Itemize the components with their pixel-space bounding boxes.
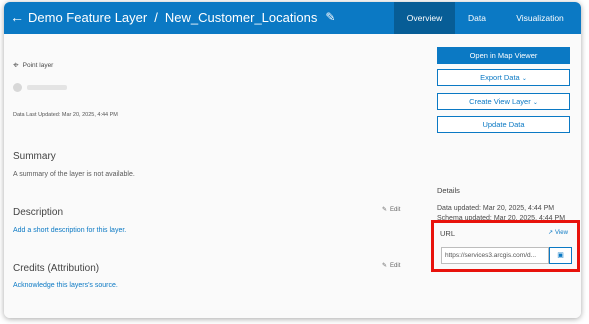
tab-data[interactable]: Data: [455, 2, 499, 34]
create-view-layer-label: Create View Layer: [469, 97, 531, 106]
external-link-icon: ↗: [548, 230, 554, 236]
summary-heading: Summary: [13, 151, 56, 162]
overview-content: ⌖ Point layer Data Last Updated: Mar 20,…: [4, 34, 581, 318]
open-in-map-viewer-button[interactable]: Open in Map Viewer: [437, 47, 570, 64]
details-heading: Details: [437, 186, 460, 195]
export-data-button[interactable]: Export Data ⌄: [437, 69, 570, 86]
credits-edit-button[interactable]: ✎ Edit: [382, 262, 401, 270]
url-field[interactable]: https://services3.arcgis.com/d...: [441, 247, 549, 264]
export-data-label: Export Data: [480, 73, 520, 82]
back-link[interactable]: Demo Feature Layer: [28, 10, 147, 25]
create-view-layer-button[interactable]: Create View Layer ⌄: [437, 93, 570, 110]
chevron-down-icon: ⌄: [532, 100, 538, 106]
owner-name-redacted: [27, 85, 67, 90]
copy-icon: ▣: [557, 252, 564, 259]
update-data-button[interactable]: Update Data: [437, 116, 570, 133]
credits-edit-label: Edit: [390, 262, 401, 269]
details-data-updated: Data updated: Mar 20, 2025, 4:44 PM: [437, 205, 555, 212]
copy-url-button[interactable]: ▣: [549, 247, 572, 264]
data-last-updated: Data Last Updated: Mar 20, 2025, 4:44 PM: [13, 112, 118, 118]
chevron-down-icon: ⌄: [521, 76, 527, 82]
item-page-window: ← Demo Feature Layer / New_Customer_Loca…: [4, 2, 581, 318]
edit-title-pencil-icon[interactable]: ✎: [325, 10, 335, 25]
point-layer-icon: ⌖: [13, 60, 19, 71]
avatar: [13, 83, 22, 92]
add-description-link[interactable]: Add a short description for this layer.: [13, 227, 126, 234]
breadcrumb: ← Demo Feature Layer / New_Customer_Loca…: [10, 10, 335, 26]
url-view-label: View: [555, 229, 568, 236]
url-highlight-box: URL ↗ View https://services3.arcgis.com/…: [431, 220, 580, 272]
tab-overview[interactable]: Overview: [394, 2, 455, 34]
back-arrow-icon[interactable]: ←: [10, 10, 24, 25]
pencil-icon: ✎: [382, 207, 388, 213]
url-view-link[interactable]: ↗ View: [548, 229, 568, 237]
layer-type: ⌖ Point layer: [13, 60, 53, 71]
item-title: New_Customer_Locations: [164, 10, 318, 25]
acknowledge-source-link[interactable]: Acknowledge this layers's source.: [13, 282, 118, 289]
item-header-bar: ← Demo Feature Layer / New_Customer_Loca…: [4, 2, 581, 34]
summary-text: A summary of the layer is not available.: [13, 171, 135, 178]
description-edit-label: Edit: [390, 206, 401, 213]
breadcrumb-separator: /: [154, 10, 158, 25]
description-heading: Description: [13, 207, 64, 218]
owner-row: [13, 83, 67, 92]
url-label: URL: [440, 229, 456, 238]
pencil-icon: ✎: [382, 263, 388, 269]
credits-heading: Credits (Attribution): [13, 263, 100, 274]
layer-type-label: Point layer: [22, 62, 54, 69]
item-tabs: Overview Data Visualization: [394, 2, 581, 34]
tab-visualization[interactable]: Visualization: [499, 2, 581, 34]
description-edit-button[interactable]: ✎ Edit: [382, 206, 401, 214]
